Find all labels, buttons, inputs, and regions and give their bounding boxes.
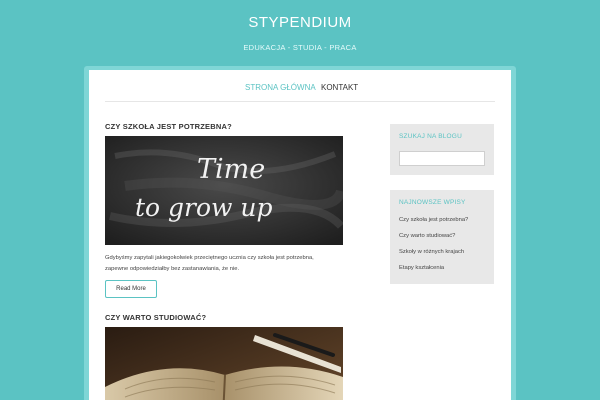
chalkboard-graphic: Time to grow up (105, 136, 343, 245)
excerpt-line: Gdybyśmy zapytali jakiegokolwiek przecię… (105, 255, 314, 261)
read-more-button[interactable]: Read More (105, 280, 157, 298)
search-input[interactable] (399, 151, 485, 166)
main-nav: STRONA GŁÓWNA KONTAKT (89, 70, 511, 102)
recent-posts-widget: NAJNOWSZE WPISY Czy szkoła jest potrzebn… (390, 190, 494, 284)
nav-contact-link[interactable]: KONTAKT (321, 83, 358, 92)
post-image-chalkboard[interactable]: Time to grow up (105, 136, 343, 245)
search-widget-title: SZUKAJ NA BLOGU (399, 133, 462, 140)
recent-posts-title: NAJNOWSZE WPISY (399, 199, 466, 206)
site-header: STYPENDIUM EDUKACJA - STUDIA - PRACA (0, 0, 600, 66)
recent-post-link[interactable]: Szkoły w różnych krajach (399, 249, 464, 255)
post-title[interactable]: CZY SZKOŁA JEST POTRZEBNA? (105, 122, 232, 131)
chalk-line-1: Time (197, 154, 265, 185)
nav-divider (105, 101, 495, 102)
search-widget: SZUKAJ NA BLOGU (390, 124, 494, 175)
post-image-book[interactable] (105, 327, 343, 400)
recent-post-link[interactable]: Czy warto studiować? (399, 233, 455, 239)
recent-post-link[interactable]: Etapy kształcenia (399, 265, 444, 271)
post-excerpt: Gdybyśmy zapytali jakiegokolwiek przecię… (105, 253, 345, 275)
site-title[interactable]: STYPENDIUM (0, 14, 600, 31)
open-book-graphic (105, 327, 343, 400)
chalk-line-2: to grow up (135, 193, 273, 222)
excerpt-line: zapewne odpowiedziałby bez zastanawiania… (105, 266, 240, 272)
site-description: EDUKACJA - STUDIA - PRACA (243, 43, 357, 52)
recent-post-link[interactable]: Czy szkoła jest potrzebna? (399, 217, 468, 223)
post-title[interactable]: CZY WARTO STUDIOWAĆ? (105, 313, 206, 322)
content-panel: STRONA GŁÓWNA KONTAKT CZY SZKOŁA JEST PO… (89, 70, 511, 400)
nav-home-link[interactable]: STRONA GŁÓWNA (245, 83, 316, 92)
